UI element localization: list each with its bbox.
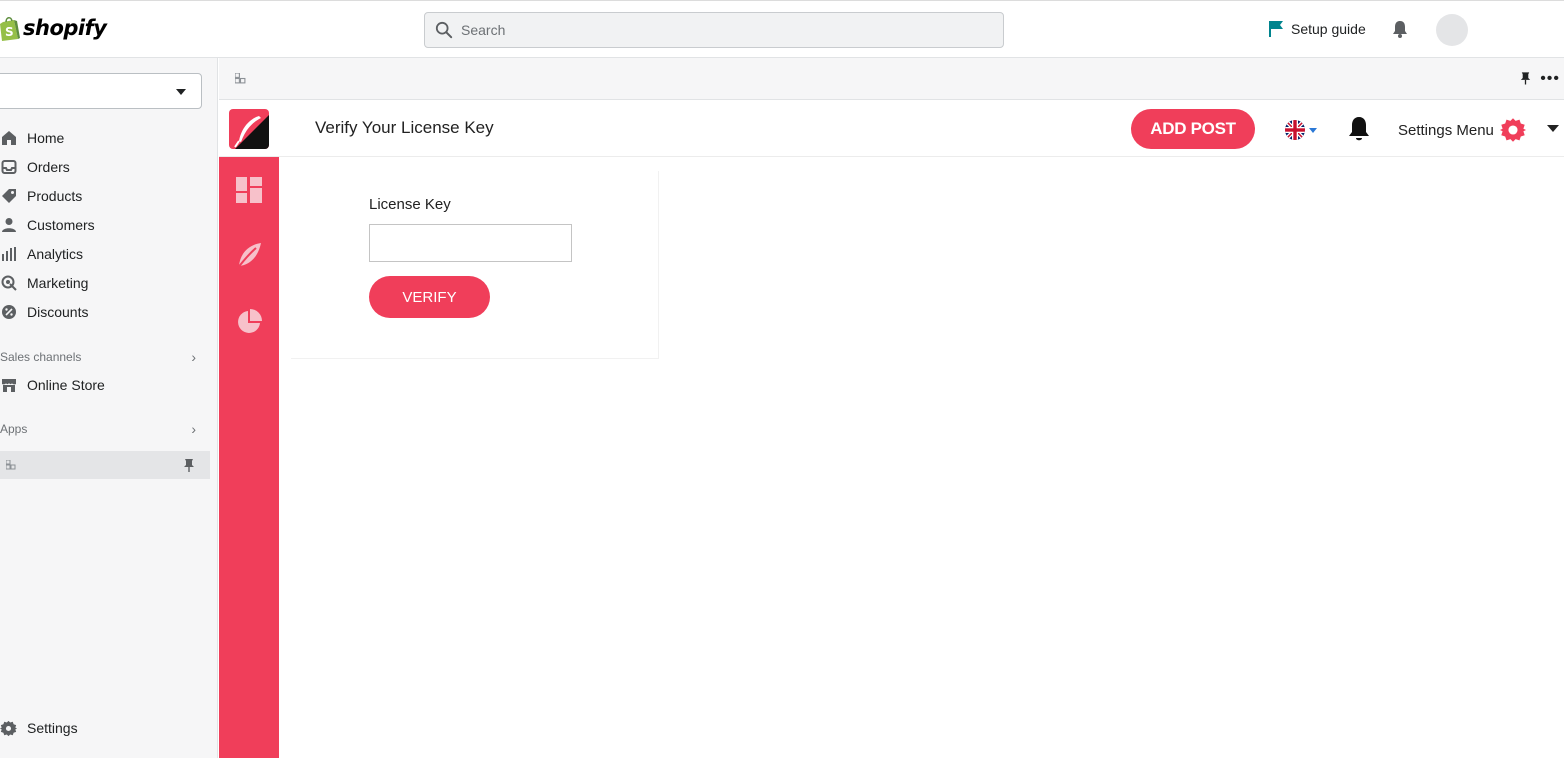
caret-down-icon: [176, 89, 186, 95]
add-post-button[interactable]: ADD POST: [1131, 109, 1255, 149]
store-selector[interactable]: [0, 73, 202, 109]
sidebar-item-home[interactable]: Home: [0, 125, 64, 151]
sidebar-item-analytics[interactable]: Analytics: [0, 241, 83, 267]
search-bar[interactable]: [424, 12, 1004, 48]
target-icon: [0, 275, 17, 292]
license-card: License Key VERIFY: [291, 171, 659, 359]
apps-label: Apps: [0, 422, 28, 436]
dashboard-icon[interactable]: [236, 177, 262, 203]
settings-menu-label: Settings Menu: [1398, 121, 1494, 139]
sidebar-item-label: Settings: [27, 720, 78, 736]
sidebar-item-label: Discounts: [27, 304, 89, 320]
sidebar-item-online-store[interactable]: Online Store: [0, 372, 105, 398]
sidebar-item-label: Products: [27, 188, 83, 204]
pin-icon[interactable]: [182, 458, 196, 472]
sales-channels-label: Sales channels: [0, 350, 82, 364]
sidebar-item-label: Analytics: [27, 246, 84, 262]
page-title: Verify Your License Key: [315, 118, 494, 137]
feather-logo-icon: [234, 115, 269, 149]
bell-icon: [1349, 117, 1369, 141]
sidebar-item-label: Orders: [27, 159, 70, 175]
app-side-rail: [219, 157, 279, 758]
inbox-icon: [0, 159, 17, 176]
discount-icon: [0, 304, 17, 321]
person-icon: [0, 217, 17, 234]
sidebar-item-discounts[interactable]: Discounts: [0, 299, 88, 325]
sidebar-item-pinned-app[interactable]: [0, 451, 210, 479]
embedded-app-header: •••: [219, 58, 1564, 100]
home-icon: [0, 130, 17, 147]
chevron-right-icon: ›: [191, 349, 196, 365]
uk-flag-icon: [1285, 120, 1305, 140]
top-bar: S shopify Setup guide: [0, 0, 1564, 58]
feather-icon[interactable]: [236, 243, 262, 270]
sales-channels-header[interactable]: Sales channels ›: [0, 349, 204, 365]
sidebar-item-settings[interactable]: Settings: [0, 715, 78, 741]
sidebar-item-customers[interactable]: Customers: [0, 212, 95, 238]
license-key-label: License Key: [369, 196, 451, 213]
caret-down-icon[interactable]: [1547, 125, 1559, 132]
shopify-wordmark: shopify: [23, 16, 107, 40]
sidebar-item-label: Home: [27, 130, 65, 146]
setup-guide-link[interactable]: Setup guide: [1268, 20, 1366, 38]
svg-text:S: S: [5, 25, 14, 39]
main-content: License Key VERIFY: [279, 157, 1564, 758]
sidebar-item-products[interactable]: Products: [0, 183, 82, 209]
sidebar-item-label: Online Store: [27, 377, 105, 393]
apps-header[interactable]: Apps ›: [0, 421, 204, 437]
app-toolbar: Verify Your License Key ADD POST Setting…: [219, 101, 1564, 157]
pie-chart-icon[interactable]: [236, 309, 262, 335]
search-icon: [435, 21, 453, 39]
sidebar: Home Orders Products Customers Analytics…: [0, 58, 218, 758]
avatar[interactable]: [1436, 14, 1468, 46]
bell-icon: [1393, 21, 1407, 38]
app-grid-icon: [6, 460, 16, 470]
language-selector[interactable]: [1285, 120, 1317, 140]
sidebar-item-label: Customers: [27, 217, 95, 233]
store-icon: [0, 377, 17, 394]
sidebar-item-marketing[interactable]: Marketing: [0, 270, 88, 296]
setup-guide-label: Setup guide: [1291, 21, 1366, 37]
app-grid-icon: [235, 73, 246, 84]
verify-button[interactable]: VERIFY: [369, 276, 490, 318]
settings-menu-button[interactable]: Settings Menu: [1398, 117, 1526, 143]
more-options-icon[interactable]: •••: [1540, 70, 1560, 88]
flag-icon: [1269, 21, 1283, 37]
shopify-bag-icon: S: [0, 17, 20, 41]
sidebar-item-orders[interactable]: Orders: [0, 154, 70, 180]
chevron-right-icon: ›: [191, 421, 196, 437]
shopify-logo[interactable]: S shopify: [0, 15, 107, 41]
pin-icon[interactable]: [1519, 71, 1532, 85]
tag-icon: [0, 188, 17, 205]
search-input[interactable]: [461, 22, 961, 38]
bar-chart-icon: [0, 246, 17, 263]
app-notifications-button[interactable]: [1347, 115, 1371, 146]
license-key-input[interactable]: [369, 224, 572, 262]
app-logo[interactable]: [229, 109, 269, 149]
caret-down-icon: [1309, 127, 1317, 133]
gear-icon: [0, 720, 17, 737]
sidebar-item-label: Marketing: [27, 275, 89, 291]
notifications-button[interactable]: [1390, 19, 1410, 42]
gear-icon: [1499, 118, 1526, 142]
